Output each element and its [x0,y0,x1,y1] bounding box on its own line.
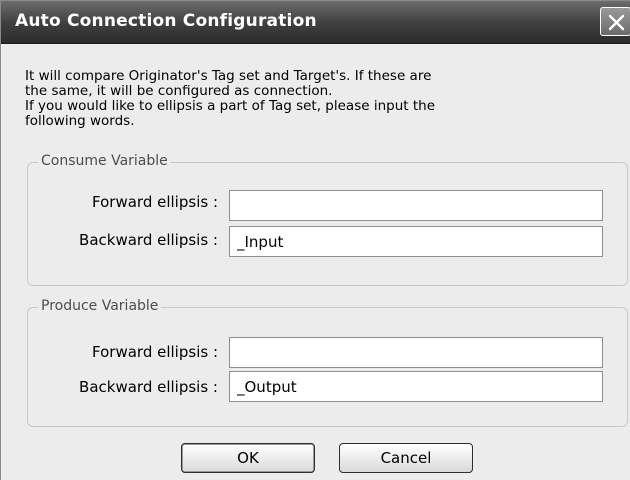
description-line: It will compare Originator's Tag set and… [25,68,432,84]
produce-variable-legend: Produce Variable [38,298,162,314]
produce-variable-group: Produce Variable Forward ellipsis : Back… [27,298,628,427]
consume-backward-ellipsis-input[interactable] [229,226,603,257]
produce-backward-label: Backward ellipsis : [79,378,218,396]
description-line: If you would like to ellipsis a part of … [25,98,436,114]
description-line: the same, it will be configured as conne… [25,83,333,99]
close-icon [608,14,625,31]
produce-backward-ellipsis-input[interactable] [229,371,603,402]
ok-button[interactable]: OK [181,443,315,473]
consume-variable-legend: Consume Variable [38,153,171,169]
description-text: It will compare Originator's Tag set and… [25,69,615,129]
title-bar[interactable]: Auto Connection Configuration [1,1,630,44]
produce-forward-label: Forward ellipsis : [92,343,218,361]
produce-forward-ellipsis-input[interactable] [229,337,603,368]
auto-connection-dialog: Auto Connection Configuration It will co… [0,0,630,480]
consume-variable-group: Consume Variable Forward ellipsis : Back… [27,153,628,286]
consume-forward-ellipsis-input[interactable] [229,190,603,221]
close-button[interactable] [600,7,630,36]
description-line: following words. [25,113,135,129]
cancel-button[interactable]: Cancel [339,443,473,473]
consume-backward-label: Backward ellipsis : [79,231,218,249]
window-title: Auto Connection Configuration [15,11,317,31]
consume-forward-label: Forward ellipsis : [92,193,218,211]
